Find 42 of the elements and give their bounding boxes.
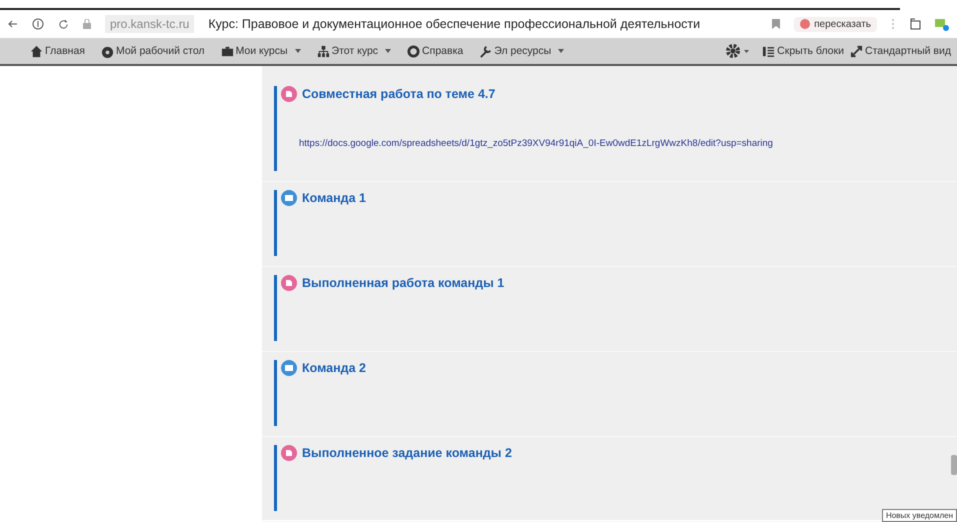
folder-icon bbox=[281, 360, 297, 376]
summary-button[interactable]: пересказать bbox=[794, 16, 877, 32]
profile-icon[interactable] bbox=[935, 17, 949, 31]
assignment-icon bbox=[281, 86, 297, 102]
nav-menu-item[interactable]: Стандартный вид bbox=[850, 44, 951, 58]
nav-menu-item[interactable]: Мой рабочий стол bbox=[100, 44, 205, 58]
nav-menu-item[interactable]: Справка bbox=[407, 44, 464, 58]
nav-menu-item[interactable]: Эл ресурсы bbox=[479, 44, 564, 58]
wrench-icon bbox=[479, 44, 492, 58]
activity-link[interactable]: Команда 1 bbox=[302, 191, 366, 205]
coin-icon[interactable] bbox=[32, 18, 44, 30]
extension-icon bbox=[800, 19, 810, 29]
nav-menu-item[interactable]: Мои курсы bbox=[220, 44, 301, 58]
caret-icon bbox=[294, 49, 301, 53]
caret-icon bbox=[385, 49, 392, 53]
assignment-icon bbox=[281, 275, 297, 291]
home-icon bbox=[30, 44, 43, 58]
activity-link[interactable]: Совместная работа по теме 4.7 bbox=[302, 87, 496, 101]
list-icon bbox=[762, 44, 776, 58]
lock-icon bbox=[83, 19, 91, 29]
folder-icon bbox=[281, 190, 297, 206]
nav-menu-item[interactable]: Этот курс bbox=[316, 44, 392, 58]
settings-icon[interactable] bbox=[726, 44, 750, 58]
lifebuoy-icon bbox=[407, 44, 420, 58]
url-link[interactable]: https://docs.google.com/spreadsheets/d/1gtz_zo5tPz39XV94r91qiA_0I-Ew0wdE1zLrgWwzKh8/edit?usp=sharing bbox=[299, 138, 773, 149]
activity-link[interactable]: Команда 2 bbox=[302, 361, 366, 375]
briefcase-icon bbox=[220, 44, 234, 58]
back-icon[interactable] bbox=[8, 19, 18, 29]
collections-icon[interactable] bbox=[909, 18, 921, 30]
page-title: Курс: Правовое и документационное обеспечение профессиональной деятельности bbox=[208, 17, 702, 31]
activity-link[interactable]: Выполненная работа команды 1 bbox=[302, 276, 504, 290]
notification-tooltip: Новых уведомлен bbox=[882, 509, 957, 522]
nav-menu-item[interactable]: Главная bbox=[30, 44, 85, 58]
nav-menu-item[interactable]: Скрыть блоки bbox=[762, 44, 844, 58]
sitemap-icon bbox=[316, 44, 330, 58]
bookmark-icon[interactable] bbox=[772, 19, 780, 29]
caret-icon bbox=[558, 49, 564, 53]
reload-icon[interactable] bbox=[58, 18, 69, 30]
assignment-icon bbox=[281, 445, 297, 461]
expand-icon bbox=[850, 44, 863, 58]
activity-link[interactable]: Выполненное задание команды 2 bbox=[302, 446, 512, 460]
scrollbar-thumb[interactable] bbox=[951, 455, 957, 475]
